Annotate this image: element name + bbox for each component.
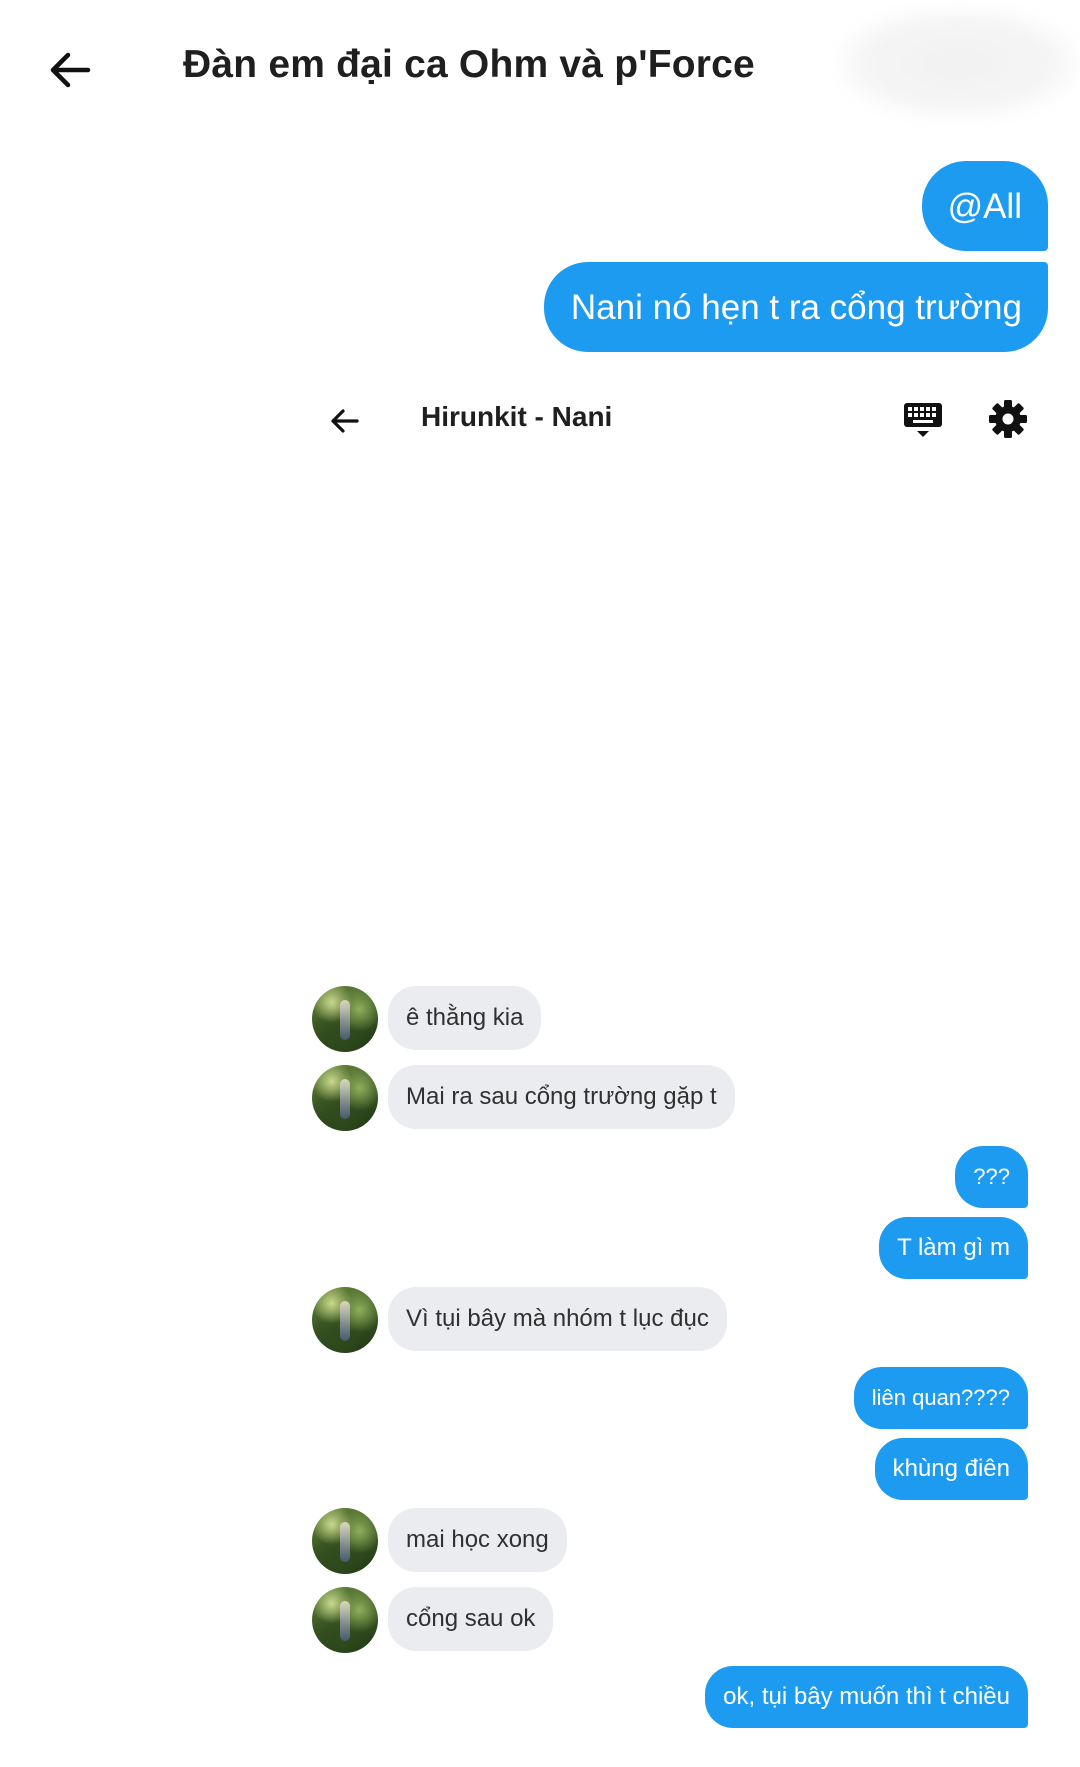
avatar[interactable]	[312, 1587, 378, 1653]
redacted-area	[838, 8, 1078, 118]
back-arrow-icon[interactable]	[326, 403, 362, 439]
outer-chat-header: Đàn em đại ca Ohm và p'Force	[0, 0, 1080, 140]
embedded-chat-header: Hirunkit - Nani	[310, 385, 1050, 455]
incoming-message[interactable]: cổng sau ok	[388, 1587, 554, 1651]
group-chat-title: Đàn em đại ca Ohm và p'Force	[183, 43, 755, 86]
keyboard-icon[interactable]	[902, 399, 944, 441]
avatar[interactable]	[312, 1287, 378, 1353]
outgoing-message[interactable]: khùng điên	[874, 1438, 1028, 1500]
outgoing-message[interactable]: Nani nó hẹn t ra cổng trường	[543, 262, 1048, 352]
incoming-message[interactable]: ê thằng kia	[388, 986, 542, 1050]
avatar[interactable]	[312, 1508, 378, 1574]
incoming-message[interactable]: Vì tụi bây mà nhóm t lục đục	[388, 1287, 727, 1351]
incoming-message[interactable]: mai học xong	[388, 1508, 567, 1572]
embedded-chat-title: Hirunkit - Nani	[421, 401, 613, 432]
incoming-message[interactable]: Mai ra sau cổng trường gặp t	[388, 1065, 735, 1129]
outgoing-message-mention-all[interactable]: @All	[921, 161, 1048, 251]
outgoing-message[interactable]: ???	[955, 1146, 1028, 1208]
avatar[interactable]	[312, 1065, 378, 1131]
back-arrow-icon[interactable]	[44, 44, 96, 96]
gear-icon[interactable]	[988, 399, 1028, 439]
outgoing-message[interactable]: ok, tụi bây muốn thì t chiều	[705, 1666, 1028, 1728]
avatar[interactable]	[312, 986, 378, 1052]
outgoing-message[interactable]: liên quan????	[853, 1367, 1028, 1429]
outgoing-message[interactable]: T làm gì m	[879, 1217, 1028, 1279]
